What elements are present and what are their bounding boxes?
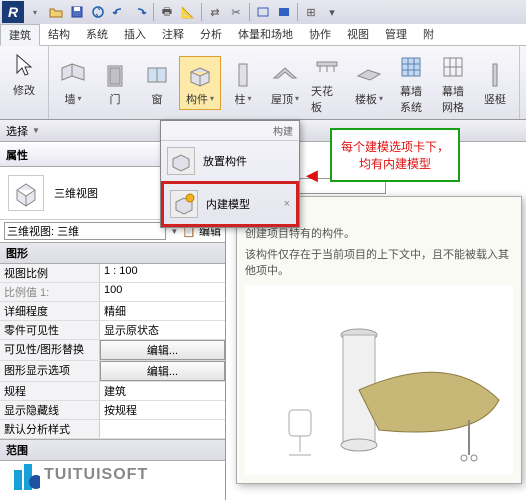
prop-view-scale[interactable]: 视图比例1 : 100 [0,264,225,283]
in-place-model-icon [170,190,198,218]
tooltip-preview-image [245,285,513,475]
thin-lines-icon[interactable] [253,2,273,22]
roof-icon [269,59,301,91]
watermark: TUITUISOFT [10,460,148,490]
window-icon [141,59,173,91]
tab-manage[interactable]: 管理 [377,24,415,45]
qat-dropdown[interactable]: ▾ [25,2,45,22]
align-icon[interactable]: ⇄ [205,2,225,22]
tab-architecture[interactable]: 建筑 [0,24,40,46]
tab-annotate[interactable]: 注释 [154,24,192,45]
prop-hidden-lines[interactable]: 显示隐藏线按规程 [0,401,225,420]
door-icon [99,59,131,91]
roof-button[interactable]: 屋顶▾ [265,57,305,109]
wall-button[interactable]: 墙▾ [53,57,93,109]
tooltip-desc2: 该构件仅存在于当前项目的上下文中，且不能被载入其他项中。 [245,248,513,279]
in-place-model-label: 内建模型 [206,196,250,212]
component-button[interactable]: 构件▾ [179,56,221,110]
command-tooltip: 内建模型 创建项目特有的构件。 该构件仅存在于当前项目的上下文中，且不能被载入其… [236,196,522,484]
prop-parts-visibility[interactable]: 零件可见性显示原状态 [0,321,225,340]
watermark-text: TUITUISOFT [44,466,148,484]
cursor-icon [8,50,40,82]
prop-default-style[interactable]: 默认分析样式 [0,420,225,439]
select-label[interactable]: 选择 [6,123,28,139]
tab-massing-site[interactable]: 体量和场地 [230,24,301,45]
ribbon-tabs: 建筑 结构 系统 插入 注释 分析 体量和场地 协作 视图 管理 附 [0,24,526,46]
prop-scale-value: 比例值 1:100 [0,283,225,302]
callout-arrow-icon: ◄ [302,165,322,188]
tab-structure[interactable]: 结构 [40,24,78,45]
qat-more[interactable]: ▾ [322,2,342,22]
wall-icon [57,59,89,91]
prop-detail-level[interactable]: 详细程度精细 [0,302,225,321]
switch-window-icon[interactable]: ⊞ [301,2,321,22]
ceiling-button[interactable]: 天花板 [307,49,347,117]
prop-visibility-override[interactable]: 可见性/图形替换编辑... [0,340,225,361]
curtain-grid-icon [437,51,469,83]
component-dropdown: 构建 放置构件 内建模型 × [160,120,300,228]
type-name: 三维视图 [54,185,98,201]
prop-discipline[interactable]: 规程建筑 [0,382,225,401]
watermark-icon [10,460,40,490]
modify-button[interactable]: 修改 [4,48,44,100]
view-instance-field[interactable] [4,222,166,240]
component-icon [184,59,216,91]
floor-icon [353,59,385,91]
curtain-grid-button[interactable]: 幕墙 网格 [433,49,473,117]
ribbon: 修改 墙▾ 门 窗 构件▾ 柱▾ 屋顶▾ 天花板 [0,46,526,120]
ceiling-icon [311,51,343,83]
curtain-system-icon [395,51,427,83]
place-component-item[interactable]: 放置构件 [161,141,299,181]
select-dropdown-icon[interactable]: ▼ [32,126,40,135]
mullion-button[interactable]: 竖梃 [475,57,515,109]
close-hidden-icon[interactable] [274,2,294,22]
tab-systems[interactable]: 系统 [78,24,116,45]
save-icon[interactable] [67,2,87,22]
print-icon[interactable]: 🖶 [157,2,177,22]
redo-icon[interactable] [130,2,150,22]
annotation-callout: 每个建模选项卡下， 均有内建模型 [330,128,460,182]
tab-insert[interactable]: 插入 [116,24,154,45]
app-logo[interactable]: R [2,1,24,23]
quick-access-toolbar: R ▾ 🖶 📐 ⇄ ✂ ⊞ ▾ [0,0,526,24]
place-component-label: 放置构件 [203,153,247,169]
open-icon[interactable] [46,2,66,22]
tab-addins[interactable]: 附 [415,24,442,45]
floor-button[interactable]: 楼板▾ [349,57,389,109]
category-extents[interactable]: 范围 [0,439,225,461]
close-icon[interactable]: × [284,198,290,210]
place-component-icon [167,147,195,175]
dropdown-panel-label: 构建 [273,123,293,138]
undo-icon[interactable] [109,2,129,22]
door-button[interactable]: 门 [95,57,135,109]
window-button[interactable]: 窗 [137,57,177,109]
prop-display-options[interactable]: 图形显示选项编辑... [0,361,225,382]
tab-analyze[interactable]: 分析 [192,24,230,45]
tab-view[interactable]: 视图 [339,24,377,45]
tooltip-desc1: 创建项目特有的构件。 [245,227,513,242]
measure-icon[interactable]: 📐 [178,2,198,22]
view3d-icon [8,175,44,211]
in-place-model-item[interactable]: 内建模型 × [161,181,299,227]
tab-collaborate[interactable]: 协作 [301,24,339,45]
column-button[interactable]: 柱▾ [223,57,263,109]
category-graphics[interactable]: 图形 [0,242,225,264]
curtain-system-button[interactable]: 幕墙 系统 [391,49,431,117]
trim-icon[interactable]: ✂ [226,2,246,22]
sync-icon[interactable] [88,2,108,22]
mullion-icon [479,59,511,91]
column-icon [227,59,259,91]
